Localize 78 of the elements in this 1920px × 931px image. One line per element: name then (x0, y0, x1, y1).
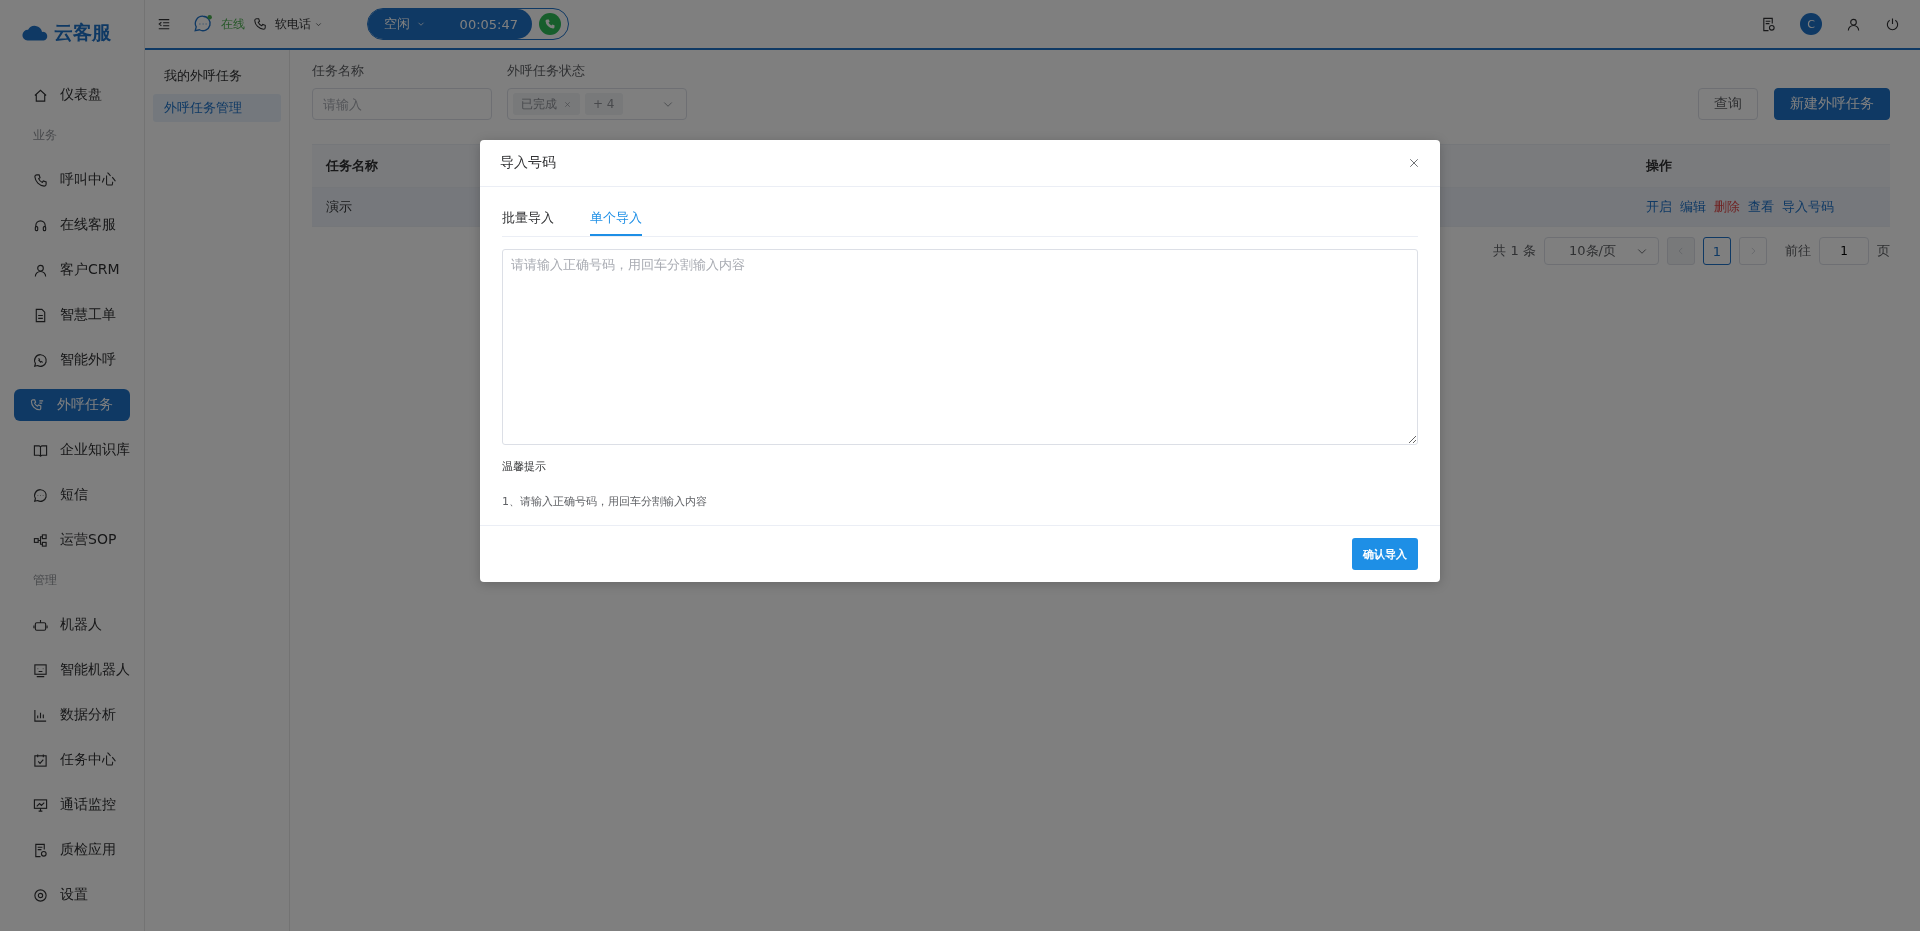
chat-bubble-icon (193, 14, 213, 34)
sidebar-item[interactable]: 质检应用 (14, 834, 130, 866)
sidebar-item[interactable]: 运营SOP (14, 524, 130, 556)
total-count: 共 1 条 (1493, 242, 1536, 260)
page-suffix: 页 (1877, 242, 1890, 260)
action-link[interactable]: 查看 (1748, 198, 1774, 216)
goto-label: 前往 (1785, 242, 1811, 260)
phone-list-icon (30, 397, 45, 413)
user-icon (33, 262, 48, 278)
online-status: 在线 (221, 15, 245, 33)
call-timer: 00:05:47 (459, 16, 518, 32)
sidebar-item[interactable]: 仪表盘 (14, 79, 130, 111)
close-icon (563, 99, 572, 109)
brand-name: 云客服 (54, 20, 111, 45)
import-tab[interactable]: 单个导入 (590, 201, 642, 236)
phone-numbers-textarea[interactable]: 请请输入正确号码，用回车分割输入内容 (502, 249, 1418, 445)
chat-phone-icon (33, 352, 48, 368)
sidebar-item[interactable]: 智能外呼 (14, 344, 130, 376)
sms-bubble-icon (33, 487, 48, 503)
sidebar-item[interactable]: 呼叫中心 (14, 164, 130, 196)
phone-icon (253, 17, 267, 31)
sidebar-item[interactable]: 任务中心 (14, 744, 130, 776)
subnav-item[interactable]: 外呼任务管理 (153, 94, 281, 122)
import-tab[interactable]: 批量导入 (502, 201, 554, 236)
query-button[interactable]: 查询 (1698, 88, 1758, 120)
calendar-check-icon (33, 752, 48, 768)
sidebar-item[interactable]: 客户CRM (14, 254, 130, 286)
tips-title: 温馨提示 (502, 459, 547, 474)
sidebar-item[interactable]: 智能机器人 (14, 654, 130, 686)
softphone-dropdown[interactable]: 软电话 (275, 15, 323, 33)
create-task-button[interactable]: 新建外呼任务 (1774, 88, 1890, 120)
sidebar-item[interactable]: 机器人 (14, 609, 130, 641)
answer-call-button[interactable] (539, 13, 561, 35)
sidebar-item[interactable]: 企业知识库 (14, 434, 130, 466)
field-label: 任务名称 (312, 62, 365, 80)
dialog-title: 导入号码 (500, 154, 556, 172)
tip-text: 1、请输入正确号码，用回车分割输入内容 (502, 494, 708, 510)
close-icon (1408, 157, 1420, 169)
field-label: 外呼任务状态 (507, 62, 586, 80)
action-link[interactable]: 导入号码 (1782, 198, 1834, 216)
sidebar-item[interactable]: 通话监控 (14, 789, 130, 821)
call-state-dropdown[interactable]: 空闲 00:05:47 (368, 9, 532, 39)
document-check-icon (33, 842, 48, 858)
home-icon (33, 87, 48, 103)
document-check-icon (1761, 16, 1776, 32)
settings-icon (33, 887, 48, 903)
sidebar-item[interactable]: 设置 (14, 879, 130, 911)
action-link[interactable]: 编辑 (1680, 198, 1706, 216)
sidebar-item[interactable]: 短信 (14, 479, 130, 511)
column-header: 任务名称 (326, 158, 378, 173)
subnav-item[interactable]: 我的外呼任务 (153, 62, 281, 90)
phone-icon (544, 18, 556, 30)
confirm-import-button[interactable]: 确认导入 (1352, 538, 1418, 570)
sidebar-item[interactable]: 智慧工单 (14, 299, 130, 331)
delete-link[interactable]: 删除 (1714, 198, 1740, 216)
sidebar-item[interactable]: 在线客服 (14, 209, 130, 241)
sidebar-item[interactable]: 数据分析 (14, 699, 130, 731)
book-icon (33, 442, 48, 458)
document-icon (33, 307, 48, 323)
sidebar-item[interactable]: 外呼任务 (14, 389, 130, 421)
phone-icon (33, 172, 48, 188)
user-avatar[interactable]: C (1800, 13, 1822, 35)
robot-screen-icon (33, 662, 48, 678)
headset-icon (33, 217, 48, 233)
page-size-select[interactable]: 10条/页 (1544, 237, 1659, 265)
monitor-chart-icon (33, 797, 48, 813)
page-number[interactable]: 1 (1703, 237, 1731, 265)
action-link[interactable]: 开启 (1646, 198, 1672, 216)
collapse-menu-icon (157, 17, 171, 31)
goto-page-input[interactable]: 1 (1819, 237, 1869, 265)
table-cell: 演示 (326, 199, 352, 214)
bar-chart-icon (33, 707, 48, 723)
user-icon (1846, 16, 1861, 32)
flow-nodes-icon (33, 532, 48, 548)
robot-icon (33, 617, 48, 633)
power-icon (1885, 16, 1900, 32)
close-button[interactable] (1408, 157, 1420, 169)
column-header: 操作 (1646, 157, 1672, 175)
